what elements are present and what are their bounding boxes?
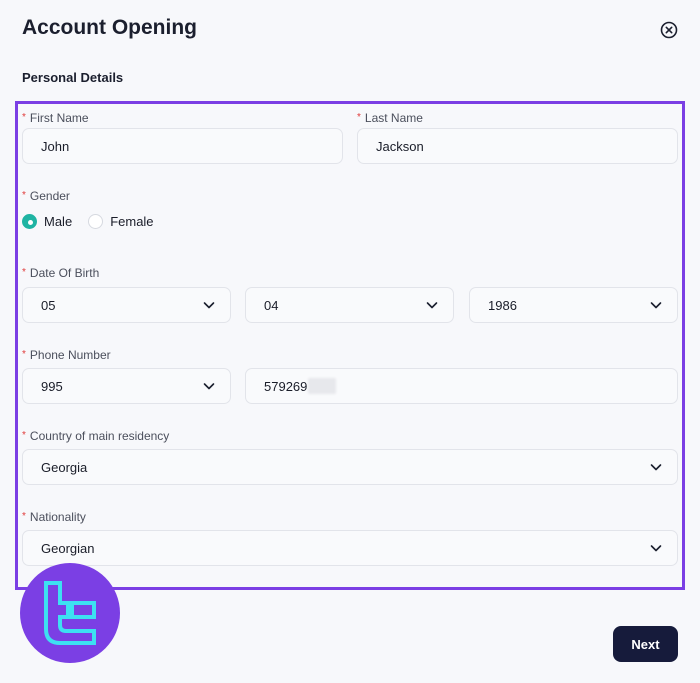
section-title: Personal Details: [22, 70, 124, 85]
dob-day-select[interactable]: 05: [22, 287, 231, 323]
dob-label: * Date Of Birth: [22, 266, 100, 280]
page-title: Account Opening: [22, 16, 197, 39]
last-name-value: Jackson: [376, 138, 424, 154]
required-marker: *: [22, 190, 26, 201]
dob-month-value: 04: [264, 297, 279, 313]
phone-number-value: 579269: [264, 378, 308, 394]
dob-day-value: 05: [41, 297, 56, 313]
country-select[interactable]: Georgia: [22, 449, 678, 485]
chevron-down-icon: [426, 302, 438, 309]
required-marker: *: [357, 112, 361, 123]
next-button[interactable]: Next: [613, 626, 678, 662]
gender-radio-group: Male Female: [22, 214, 170, 229]
required-marker: *: [22, 349, 26, 360]
redacted-blur: [308, 378, 337, 394]
country-value: Georgia: [41, 459, 88, 475]
country-label: * Country of main residency: [22, 429, 170, 443]
first-name-value: John: [41, 138, 70, 154]
chevron-down-icon: [650, 464, 662, 471]
gender-female-radio[interactable]: Female: [88, 214, 154, 229]
dob-year-select[interactable]: 1986: [469, 287, 678, 323]
gender-label: * Gender: [22, 189, 70, 203]
required-marker: *: [22, 112, 26, 123]
gender-female-label: Female: [110, 214, 154, 229]
required-marker: *: [22, 430, 26, 441]
nationality-label: * Nationality: [22, 510, 86, 524]
required-marker: *: [22, 267, 26, 278]
first-name-field[interactable]: John: [22, 128, 343, 164]
required-marker: *: [22, 511, 26, 522]
close-circle-icon: [660, 21, 678, 39]
last-name-label: * Last Name: [357, 111, 423, 125]
gender-male-radio[interactable]: Male: [22, 214, 72, 229]
highlight-frame: [15, 101, 685, 590]
close-button[interactable]: [658, 19, 680, 41]
first-name-label: * First Name: [22, 111, 89, 125]
last-name-field[interactable]: Jackson: [357, 128, 678, 164]
nationality-select[interactable]: Georgian: [22, 530, 678, 566]
chevron-down-icon: [650, 302, 662, 309]
dob-year-value: 1986: [488, 297, 517, 313]
chevron-down-icon: [650, 545, 662, 552]
brand-logo-icon: [44, 581, 96, 645]
brand-logo: [20, 563, 120, 663]
gender-male-label: Male: [44, 214, 73, 229]
radio-checked-icon: [22, 214, 37, 229]
chevron-down-icon: [203, 383, 215, 390]
phone-code-value: 995: [41, 378, 63, 394]
chevron-down-icon: [203, 302, 215, 309]
radio-unchecked-icon: [88, 214, 104, 229]
phone-code-select[interactable]: 995: [22, 368, 231, 404]
phone-number-field[interactable]: 579269: [245, 368, 678, 404]
dob-month-select[interactable]: 04: [245, 287, 454, 323]
phone-label: * Phone Number: [22, 348, 111, 362]
nationality-value: Georgian: [41, 540, 95, 556]
